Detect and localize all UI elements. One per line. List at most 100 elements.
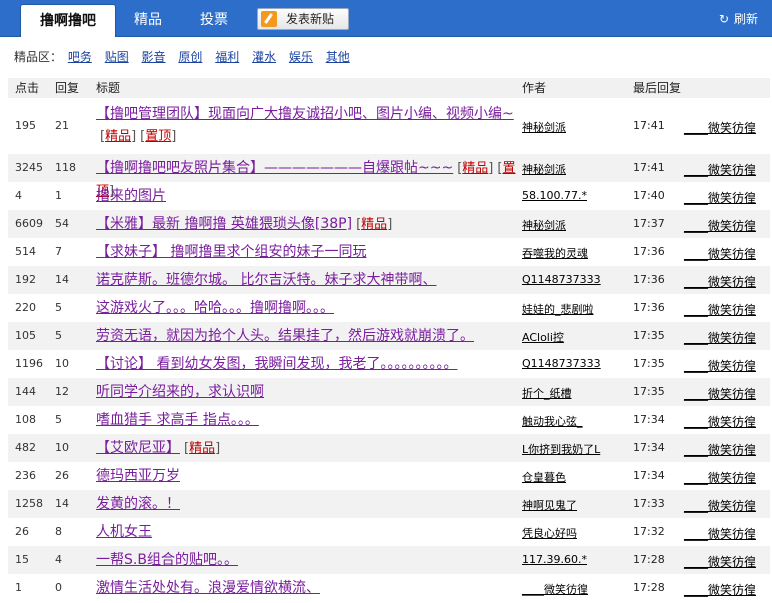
- thread-title-link[interactable]: 激情生活处处有。浪漫爱情欲横流、: [96, 580, 320, 596]
- category-link-entertainment[interactable]: 娱乐: [289, 50, 313, 64]
- thread-author[interactable]: 神秘剑派: [522, 161, 566, 177]
- thread-author[interactable]: 神秘剑派: [522, 217, 566, 233]
- thread-title-cell: 发黄的滚。！: [96, 493, 516, 515]
- thread-last-replier[interactable]: ____微笑彷徨: [676, 301, 756, 318]
- thread-replies: 5: [55, 329, 62, 342]
- thread-last-replier[interactable]: ____微笑彷徨: [676, 497, 756, 514]
- thread-last-reply-time: 17:36: [633, 273, 665, 286]
- thread-last-replier[interactable]: ____微笑彷徨: [676, 189, 756, 206]
- thread-title-link[interactable]: 【米雅】最新 撸啊撸 英雄猥琐头像[38P]: [96, 216, 352, 232]
- category-link-chat[interactable]: 灌水: [252, 50, 276, 64]
- thread-last-replier[interactable]: ____微笑彷徨: [676, 217, 756, 234]
- thread-replies: 7: [55, 245, 62, 258]
- thread-clicks: 195: [15, 119, 36, 132]
- thread-last-replier[interactable]: ____微笑彷徨: [676, 553, 756, 570]
- thread-author[interactable]: 神秘剑派: [522, 119, 566, 135]
- thread-title-cell: 【米雅】最新 撸啊撸 英雄猥琐头像[38P] [精品]: [96, 213, 516, 236]
- thread-last-replier[interactable]: ____微笑彷徨: [676, 119, 756, 136]
- thread-last-replier[interactable]: ____微笑彷徨: [676, 329, 756, 346]
- category-link-welfare[interactable]: 福利: [215, 50, 239, 64]
- thread-last-replier[interactable]: ____微笑彷徨: [676, 273, 756, 290]
- thread-row: 105 5 劳资无语，就因为抢个人头。结果挂了，然后游戏就崩溃了。 ACloli控 17…: [8, 322, 770, 350]
- new-post-button[interactable]: 发表新贴: [257, 8, 349, 30]
- category-link-admin[interactable]: 吧务: [68, 50, 92, 64]
- thread-title-cell: 嗜血猎手 求高手 指点。。。: [96, 409, 516, 431]
- thread-last-replier[interactable]: ____微笑彷徨: [676, 441, 756, 458]
- thread-row: 192 14 诺克萨斯。班德尔城。 比尔吉沃特。妹子求大神带啊、 Q114873733…: [8, 266, 770, 294]
- thread-title-link[interactable]: 【艾欧尼亚】: [96, 440, 180, 456]
- thread-tag-featured[interactable]: [精品]: [457, 161, 493, 176]
- thread-title-link[interactable]: 【讨论】 看到幼女发图，我瞬间发现，我老了。。。。。。。。。。: [96, 356, 457, 372]
- thread-last-reply-time: 17:36: [633, 245, 665, 258]
- thread-author[interactable]: 58.100.77.*: [522, 189, 587, 202]
- thread-title-link[interactable]: 嗜血猎手 求高手 指点。。。: [96, 412, 259, 428]
- category-link-pics[interactable]: 贴图: [105, 50, 129, 64]
- thread-title-link[interactable]: 听同学介绍来的，求认识啊: [96, 384, 264, 400]
- thread-author[interactable]: 折个_纸槽: [522, 385, 572, 401]
- thread-clicks: 144: [15, 385, 36, 398]
- thread-last-reply-time: 17:35: [633, 357, 665, 370]
- thread-tag-pinned[interactable]: [置顶]: [140, 129, 176, 144]
- thread-title-link[interactable]: 劳资无语，就因为抢个人头。结果挂了，然后游戏就崩溃了。: [96, 328, 474, 344]
- thread-row: 15 4 一帮S.B组合的贴吧。。 117.39.60.* 17:28 ____微笑彷徨: [8, 546, 770, 574]
- thread-title-link[interactable]: 撸来的图片: [96, 188, 166, 204]
- category-link-media[interactable]: 影音: [142, 50, 166, 64]
- thread-last-reply-time: 17:35: [633, 329, 665, 342]
- thread-tag-featured[interactable]: [精品]: [184, 441, 220, 456]
- thread-author[interactable]: 吞噬我的灵魂: [522, 245, 588, 261]
- thread-author[interactable]: ____微笑彷徨: [522, 581, 588, 597]
- thread-last-reply-time: 17:41: [633, 161, 665, 174]
- thread-author[interactable]: 触动我心弦_: [522, 413, 583, 429]
- thread-title-link[interactable]: 【求妹子】 撸啊撸里求个组安的妹子一同玩: [96, 244, 366, 260]
- thread-author[interactable]: Q1148737333: [522, 273, 601, 286]
- thread-title-link[interactable]: 德玛西亚万岁: [96, 468, 180, 484]
- thread-author[interactable]: ACloli控: [522, 329, 564, 345]
- thread-title-link[interactable]: 人机女王: [96, 524, 152, 540]
- thread-row: 482 10 【艾欧尼亚】 [精品] L你挤到我奶了L 17:34 ____微笑彷徨: [8, 434, 770, 462]
- thread-last-replier[interactable]: ____微笑彷徨: [676, 357, 756, 374]
- tag-text: 精品: [189, 441, 216, 456]
- thread-last-replier[interactable]: ____微笑彷徨: [676, 413, 756, 430]
- category-link-other[interactable]: 其他: [326, 50, 350, 64]
- thread-last-reply-time: 17:34: [633, 413, 665, 426]
- thread-last-replier[interactable]: ____微笑彷徨: [676, 469, 756, 486]
- tag-text: 精品: [105, 129, 132, 144]
- thread-author[interactable]: L你挤到我奶了L: [522, 441, 600, 457]
- thread-last-replier[interactable]: ____微笑彷徨: [676, 525, 756, 542]
- thread-clicks: 482: [15, 441, 36, 454]
- thread-author[interactable]: 117.39.60.*: [522, 553, 587, 566]
- thread-author[interactable]: 神啊见鬼了: [522, 497, 577, 513]
- thread-title-link[interactable]: 【撸吧管理团队】现面向广大撸友诚招小吧、图片小编、视频小编~: [96, 106, 514, 122]
- thread-title-link[interactable]: 【撸啊撸吧吧友照片集合】———————自爆跟帖~~~: [96, 160, 453, 176]
- tag-bracket: ]: [171, 129, 177, 144]
- thread-title-link[interactable]: 一帮S.B组合的贴吧。。: [96, 552, 238, 568]
- thread-clicks: 3245: [15, 161, 43, 174]
- thread-last-replier[interactable]: ____微笑彷徨: [676, 161, 756, 178]
- thread-author[interactable]: Q1148737333: [522, 357, 601, 370]
- thread-title-cell: 激情生活处处有。浪漫爱情欲横流、: [96, 577, 516, 599]
- thread-title-link[interactable]: 诺克萨斯。班德尔城。 比尔吉沃特。妹子求大神带啊、: [96, 272, 436, 288]
- thread-clicks: 1: [15, 581, 22, 594]
- thread-replies: 14: [55, 497, 69, 510]
- top-nav-bar: 撸啊撸吧 精品 投票 发表新贴 ↻ 刷新: [0, 0, 772, 37]
- thread-last-replier[interactable]: ____微笑彷徨: [676, 385, 756, 402]
- thread-author[interactable]: 娃娃的_悲剧啦: [522, 301, 594, 317]
- thread-title-cell: 撸来的图片: [96, 185, 516, 207]
- thread-tag-featured[interactable]: [精品]: [100, 129, 136, 144]
- thread-author[interactable]: 凭良心好吗: [522, 525, 577, 541]
- category-link-original[interactable]: 原创: [178, 50, 202, 64]
- thread-last-reply-time: 17:40: [633, 189, 665, 202]
- thread-author[interactable]: 仓皇暮色: [522, 469, 566, 485]
- thread-title-link[interactable]: 这游戏火了。。。哈哈。。。撸啊撸啊。。。: [96, 300, 334, 316]
- thread-last-replier[interactable]: ____微笑彷徨: [676, 581, 756, 598]
- thread-tag-featured[interactable]: [精品]: [356, 217, 392, 232]
- thread-replies: 54: [55, 217, 69, 230]
- tab-forum-home[interactable]: 撸啊撸吧: [20, 4, 116, 37]
- tab-featured[interactable]: 精品: [130, 4, 166, 37]
- refresh-button[interactable]: ↻ 刷新: [719, 12, 758, 26]
- thread-replies: 8: [55, 525, 62, 538]
- tab-vote[interactable]: 投票: [196, 4, 232, 37]
- thread-last-replier[interactable]: ____微笑彷徨: [676, 245, 756, 262]
- thread-title-link[interactable]: 发黄的滚。！: [96, 496, 180, 512]
- tag-bracket: ]: [488, 161, 494, 176]
